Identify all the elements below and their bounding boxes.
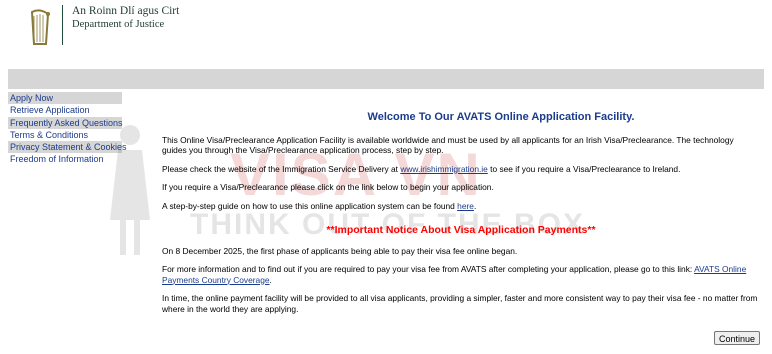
intro-paragraph: This Online Visa/Preclearance Applicatio…	[162, 134, 734, 156]
irishimmigration-link[interactable]: www.irishimmigration.ie	[400, 164, 488, 174]
continue-button[interactable]: Continue	[714, 331, 760, 345]
immigration-check-paragraph: Please check the website of the Immigrat…	[162, 164, 760, 175]
sidebar-item-terms[interactable]: Terms & Conditions	[8, 129, 122, 141]
harp-icon	[30, 9, 50, 45]
page-title: Welcome To Our AVATS Online Application …	[367, 111, 635, 123]
payment-phase-paragraph: On 8 December 2025, the first phase of a…	[162, 245, 518, 256]
begin-application-paragraph: If you require a Visa/Preclearance pleas…	[162, 182, 494, 192]
header-divider	[62, 5, 63, 45]
guide-paragraph: A step-by-step guide on how to use this …	[162, 201, 760, 212]
sidebar-item-foi[interactable]: Freedom of Information	[8, 153, 122, 165]
top-gray-bar	[8, 69, 764, 89]
payment-notice-heading: **Important Notice About Visa Applicatio…	[326, 224, 596, 236]
header: An Roinn Dlí agus Cirt Department of Jus…	[0, 0, 772, 68]
department-logo-text: An Roinn Dlí agus Cirt Department of Jus…	[72, 5, 179, 31]
p4-text-after: .	[473, 200, 477, 211]
p4-text-before: A step-by-step guide on how to use this …	[162, 200, 458, 211]
sidebar-item-retrieve-application[interactable]: Retrieve Application	[8, 104, 122, 116]
main-content: Welcome To Our AVATS Online Application …	[162, 108, 760, 322]
p6-text-before: For more information and to find out if …	[162, 264, 695, 274]
dept-name-english: Department of Justice	[72, 19, 165, 30]
sidebar-item-privacy[interactable]: Privacy Statement & Cookies	[8, 141, 127, 154]
payment-info-paragraph: For more information and to find out if …	[162, 264, 760, 285]
sidebar-item-apply-now[interactable]: Apply Now	[8, 92, 122, 105]
p2-text-after: to see if you require a Visa/Preclearanc…	[487, 163, 681, 174]
dept-name-irish: An Roinn Dlí agus Cirt	[72, 5, 180, 17]
p6-text-after: .	[269, 274, 272, 285]
sidebar-item-faq[interactable]: Frequently Asked Questions	[8, 116, 123, 129]
guide-here-link[interactable]: here	[457, 201, 474, 211]
future-payments-paragraph: In time, the online payment facility wil…	[162, 293, 758, 314]
p2-text-before: Please check the website of the Immigrat…	[162, 163, 401, 174]
sidebar-nav: Apply Now Retrieve Application Frequentl…	[8, 92, 127, 166]
